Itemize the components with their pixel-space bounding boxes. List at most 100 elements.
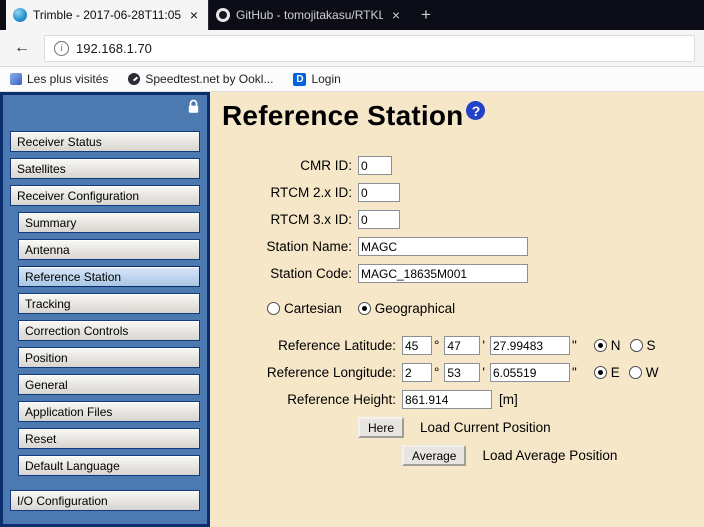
sidebar-item-receiver-configuration[interactable]: Receiver Configuration	[10, 185, 200, 206]
reference-height-label: Reference Height:	[287, 392, 396, 407]
longitude-seconds-input[interactable]	[489, 363, 570, 382]
page-content: Receiver Status Satellites Receiver Conf…	[0, 92, 704, 527]
south-option[interactable]: S	[629, 338, 656, 353]
bookmark-login[interactable]: D Login	[293, 72, 341, 86]
geographical-radio[interactable]	[357, 302, 371, 315]
rtcm3-id-row: RTCM 3.x ID:	[222, 210, 704, 229]
latitude-seconds-input[interactable]	[489, 336, 570, 355]
north-option[interactable]: N	[593, 338, 621, 353]
east-radio[interactable]	[593, 366, 607, 379]
sidebar-item-antenna[interactable]: Antenna	[18, 239, 200, 260]
latitude-degrees-input[interactable]	[402, 336, 432, 355]
geographical-label[interactable]: Geographical	[375, 301, 455, 316]
station-code-input[interactable]	[358, 264, 528, 283]
load-current-position-label: Load Current Position	[420, 420, 551, 435]
main-panel: Reference Station ? CMR ID: RTCM 2.x ID:…	[210, 92, 704, 527]
cartesian-radio[interactable]	[267, 302, 280, 315]
page-title-row: Reference Station ?	[222, 100, 704, 132]
longitude-degrees-input[interactable]	[402, 363, 432, 382]
bookmark-most-visited[interactable]: Les plus visités	[10, 72, 108, 86]
west-option[interactable]: W	[628, 365, 659, 380]
coordinate-type-row: Cartesian Geographical	[267, 301, 704, 316]
west-label[interactable]: W	[646, 365, 659, 380]
rtcm2-id-input[interactable]	[358, 183, 400, 202]
rtcm3-id-input[interactable]	[358, 210, 400, 229]
second-symbol: "	[571, 365, 577, 380]
load-average-position-label: Load Average Position	[482, 448, 618, 463]
latitude-minutes-input[interactable]	[444, 336, 481, 355]
reference-height-input[interactable]	[402, 390, 492, 409]
geographical-option[interactable]: Geographical	[357, 301, 455, 316]
east-label[interactable]: E	[611, 365, 620, 380]
cmr-id-input[interactable]	[358, 156, 392, 175]
tab-bar: Trimble - 2017-06-28T11:05: × GitHub - t…	[0, 0, 704, 30]
cartesian-label[interactable]: Cartesian	[284, 301, 342, 316]
cmr-id-row: CMR ID:	[222, 156, 704, 175]
north-label[interactable]: N	[611, 338, 621, 353]
rtcm2-id-label: RTCM 2.x ID:	[270, 185, 352, 200]
reference-latitude-label: Reference Latitude:	[278, 338, 396, 353]
load-average-position-row: Average Load Average Position	[222, 445, 704, 466]
height-unit-label: [m]	[499, 392, 518, 407]
bookmark-label: Login	[311, 72, 341, 86]
longitude-hemisphere-group: E W	[593, 365, 659, 380]
sidebar-item-reference-station[interactable]: Reference Station	[18, 266, 200, 287]
sidebar-item-position[interactable]: Position	[18, 347, 200, 368]
page-title: Reference Station	[222, 100, 464, 131]
address-bar[interactable]: i 192.168.1.70	[44, 34, 695, 62]
degree-symbol: °	[434, 338, 440, 353]
sidebar-item-receiver-status[interactable]: Receiver Status	[10, 131, 200, 152]
bookmark-speedtest[interactable]: Speedtest.net by Ookl...	[128, 72, 273, 86]
tab-trimble[interactable]: Trimble - 2017-06-28T11:05: ×	[6, 0, 208, 30]
new-tab-button[interactable]: +	[410, 0, 442, 30]
longitude-minutes-input[interactable]	[444, 363, 481, 382]
sidebar-item-correction-controls[interactable]: Correction Controls	[18, 320, 200, 341]
south-radio[interactable]	[629, 339, 643, 352]
cartesian-option[interactable]: Cartesian	[267, 301, 342, 316]
north-radio[interactable]	[593, 339, 607, 352]
tab-github-title: GitHub - tomojitakasu/RTKL	[236, 8, 383, 22]
sidebar-menu: Receiver Status Satellites Receiver Conf…	[0, 92, 210, 527]
sidebar-item-satellites[interactable]: Satellites	[10, 158, 200, 179]
reference-height-row: Reference Height: [m]	[222, 390, 704, 409]
south-label[interactable]: S	[647, 338, 656, 353]
sidebar-item-default-language[interactable]: Default Language	[18, 455, 200, 476]
station-name-row: Station Name:	[222, 237, 704, 256]
minute-symbol: '	[482, 365, 485, 380]
sidebar-item-io-configuration[interactable]: I/O Configuration	[10, 490, 200, 511]
minute-symbol: '	[482, 338, 485, 353]
most-visited-icon	[10, 73, 22, 85]
west-radio[interactable]	[628, 366, 642, 379]
tab-close-icon[interactable]: ×	[389, 7, 403, 23]
bookmark-label: Les plus visités	[27, 72, 109, 86]
site-info-icon[interactable]: i	[54, 40, 69, 56]
sidebar-item-reset[interactable]: Reset	[18, 428, 200, 449]
station-name-label: Station Name:	[266, 239, 352, 254]
sidebar-item-general[interactable]: General	[18, 374, 200, 395]
lock-icon	[187, 99, 200, 114]
url-text: 192.168.1.70	[76, 40, 152, 56]
back-button[interactable]: ←	[9, 35, 35, 61]
sidebar-item-tracking[interactable]: Tracking	[18, 293, 200, 314]
station-code-row: Station Code:	[222, 264, 704, 283]
sidebar-item-application-files[interactable]: Application Files	[18, 401, 200, 422]
reference-latitude-row: Reference Latitude: ° ' " N S	[222, 336, 704, 355]
reference-longitude-row: Reference Longitude: ° ' " E W	[222, 363, 704, 382]
bookmarks-bar: Les plus visités Speedtest.net by Ookl..…	[0, 67, 704, 92]
second-symbol: "	[571, 338, 577, 353]
degree-symbol: °	[434, 365, 440, 380]
east-option[interactable]: E	[593, 365, 620, 380]
tab-trimble-title: Trimble - 2017-06-28T11:05:	[33, 8, 181, 22]
load-current-position-row: Here Load Current Position	[222, 417, 704, 438]
average-button[interactable]: Average	[402, 445, 467, 466]
sidebar-item-summary[interactable]: Summary	[18, 212, 200, 233]
tab-close-icon[interactable]: ×	[187, 7, 201, 23]
tab-github[interactable]: GitHub - tomojitakasu/RTKL ×	[208, 0, 410, 30]
reference-longitude-label: Reference Longitude:	[266, 365, 396, 380]
help-icon[interactable]: ?	[466, 101, 486, 120]
station-name-input[interactable]	[358, 237, 528, 256]
browser-window: Trimble - 2017-06-28T11:05: × GitHub - t…	[0, 0, 704, 527]
dailymotion-icon: D	[293, 72, 307, 86]
trimble-favicon	[13, 8, 27, 22]
here-button[interactable]: Here	[358, 417, 405, 438]
